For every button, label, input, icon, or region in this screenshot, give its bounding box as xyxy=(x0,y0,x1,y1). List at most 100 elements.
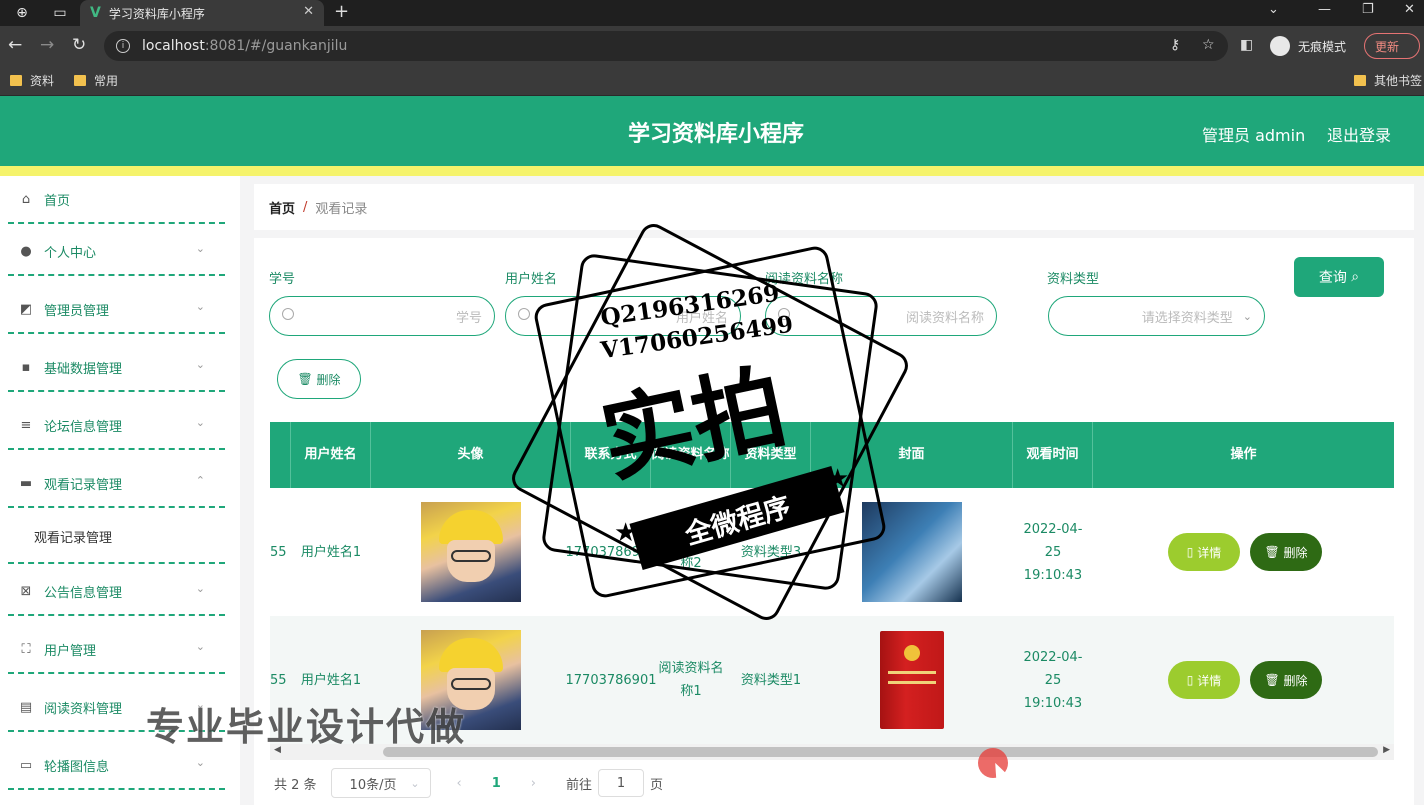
logout-link[interactable]: 退出登录 xyxy=(1327,122,1391,146)
frame-icon: ⛶ xyxy=(21,641,31,657)
bookmarks-bar: 资料 常用 其他书签 xyxy=(0,66,1424,96)
material-type-select[interactable]: 请选择资料类型 ⌄ xyxy=(1048,296,1265,336)
user-name-input[interactable]: 用户姓名 xyxy=(505,296,741,336)
cell-cover xyxy=(811,488,1013,616)
chevron-down-icon: ⌄ xyxy=(410,776,420,790)
back-icon[interactable]: ← xyxy=(8,35,22,55)
forward-icon[interactable]: → xyxy=(40,35,54,55)
bookmark-folder-other[interactable]: 其他书签 xyxy=(1354,72,1422,89)
sidebar-item-users[interactable]: ⛶ 用户管理 ⌄ xyxy=(8,626,225,674)
next-page-icon[interactable]: › xyxy=(531,776,536,791)
new-tab-icon[interactable]: + xyxy=(334,1,349,22)
filter-label-student-no: 学号 xyxy=(269,272,296,287)
trash-icon: 🗑 xyxy=(297,372,313,386)
detail-button[interactable]: ▯ 详情 xyxy=(1168,533,1240,571)
column-header-phone[interactable]: 联系方式 xyxy=(571,422,651,488)
pagination: 共 2 条 10条/页 ⌄ ‹ 1 › 前往 1 页 xyxy=(274,768,663,798)
batch-delete-button[interactable]: 🗑 删除 xyxy=(277,359,361,399)
incognito-indicator[interactable]: 无痕模式 xyxy=(1270,34,1346,58)
search-icon xyxy=(518,308,530,320)
column-header-avatar: 头像 xyxy=(371,422,571,488)
column-header-cover: 封面 xyxy=(811,422,1013,488)
detail-button[interactable]: ▯ 详情 xyxy=(1168,661,1240,699)
browser-tab-bar: ⊕ ▭ V 学习资料库小程序 ✕ + ⌄ — ❐ ✕ xyxy=(0,0,1424,26)
material-name-input[interactable]: 阅读资料名称 xyxy=(765,296,997,336)
sidepanel-icon[interactable]: ◧ xyxy=(1240,37,1253,53)
doc-icon: ▯ xyxy=(1186,673,1194,687)
sidebar-item-label: 管理员管理 xyxy=(44,303,110,319)
breadcrumb-home[interactable]: 首页 xyxy=(269,198,295,217)
column-header-material-type[interactable]: 资料类型 xyxy=(731,422,811,488)
chevron-down-icon: ⌄ xyxy=(1242,309,1252,323)
folder-icon xyxy=(1354,75,1366,86)
globe-icon[interactable]: ⊕ xyxy=(12,3,32,23)
delete-label: 删除 xyxy=(1283,545,1308,560)
scrollbar-thumb[interactable] xyxy=(383,747,1378,757)
chevron-down-icon: ⌄ xyxy=(195,358,205,371)
delete-button[interactable]: 🗑 删除 xyxy=(1250,533,1322,571)
sidebar-item-basic-data[interactable]: ▪ 基础数据管理 ⌄ xyxy=(8,344,225,392)
cover-image-keyboard[interactable] xyxy=(862,502,962,602)
delete-button[interactable]: 🗑 删除 xyxy=(1250,661,1322,699)
submenu-watch-records[interactable]: 观看记录管理 xyxy=(8,510,225,564)
student-no-input[interactable]: 学号 xyxy=(269,296,495,336)
goto-page-input[interactable]: 1 xyxy=(598,769,645,797)
key-icon[interactable]: ⚷ xyxy=(1170,37,1180,53)
browser-address-bar: ← → ↻ i localhost:8081/#/guankanjilu ⚷ ☆… xyxy=(0,26,1424,66)
chat-icon: ▪ xyxy=(21,359,31,375)
info-icon[interactable]: i xyxy=(116,39,130,53)
sidebar-item-label: 阅读资料管理 xyxy=(44,701,123,717)
input-placeholder: 学号 xyxy=(455,310,482,326)
sidebar-item-admins[interactable]: ◩ 管理员管理 ⌄ xyxy=(8,286,225,334)
sidebar-item-watch-records[interactable]: ▬ 观看记录管理 ⌃ xyxy=(8,460,225,508)
chevron-down-icon: ⌄ xyxy=(195,640,205,653)
page-size-value: 10条/页 xyxy=(349,777,397,793)
incognito-label: 无痕模式 xyxy=(1298,39,1347,54)
update-button[interactable]: 更新 xyxy=(1364,33,1420,59)
restore-icon[interactable]: ❐ xyxy=(1362,2,1374,17)
monitor-icon: ▭ xyxy=(19,757,33,773)
prev-page-icon[interactable]: ‹ xyxy=(457,776,462,791)
chevron-down-icon[interactable]: ⌄ xyxy=(1268,2,1279,17)
sidebar-item-personal[interactable]: ● 个人中心 ⌄ xyxy=(8,228,225,276)
cover-image-book[interactable] xyxy=(880,631,944,729)
bookmark-label: 常用 xyxy=(94,74,119,88)
cell-material-name: 阅读资料名称2 xyxy=(658,533,724,571)
chevron-up-icon: ⌃ xyxy=(195,474,205,487)
close-window-icon[interactable]: ✕ xyxy=(1404,2,1415,17)
bookmark-label: 资料 xyxy=(30,74,55,88)
cell-watch-time: 2022-04-25 19:10:43 xyxy=(1023,649,1083,711)
sidebar-item-home[interactable]: ⌂ 首页 xyxy=(8,176,225,224)
minimize-icon[interactable]: — xyxy=(1318,2,1331,17)
tab-strip-icon[interactable]: ▭ xyxy=(50,3,70,23)
url-input[interactable]: i localhost:8081/#/guankanjilu xyxy=(104,31,1228,61)
scroll-right-icon[interactable]: ▶ xyxy=(1383,745,1390,755)
star-icon[interactable]: ☆ xyxy=(1202,37,1215,53)
sidebar-item-label: 观看记录管理 xyxy=(44,477,123,493)
doc-icon: ▤ xyxy=(19,699,33,715)
bookmark-folder-changyong[interactable]: 常用 xyxy=(74,72,118,89)
query-label: 查询 xyxy=(1318,270,1347,286)
browser-tab-active[interactable]: V 学习资料库小程序 ✕ xyxy=(80,0,324,26)
reload-icon[interactable]: ↻ xyxy=(72,35,86,55)
column-header-material-name[interactable]: 阅读资料名称 xyxy=(651,422,731,488)
table-row[interactable]: 55 用户姓名1 17703786901 阅读资料名称2 资料类型3 2022-… xyxy=(270,488,1394,616)
select-column-header xyxy=(270,422,291,488)
bookmark-folder-ziliao[interactable]: 资料 xyxy=(10,72,54,89)
page-size-select[interactable]: 10条/页 ⌄ xyxy=(330,768,431,798)
query-button[interactable]: 查询 ⌕ xyxy=(1294,257,1384,297)
trash-icon: 🗑 xyxy=(1264,545,1280,559)
close-tab-icon[interactable]: ✕ xyxy=(303,4,314,19)
breadcrumb-separator: / xyxy=(303,199,308,215)
sidebar-item-forum[interactable]: ≡ 论坛信息管理 ⌄ xyxy=(8,402,225,450)
app-header: 学习资料库小程序 管理员 admin 退出登录 xyxy=(0,96,1424,166)
sidebar-item-notices[interactable]: ⊠ 公告信息管理 ⌄ xyxy=(8,568,225,616)
page-suffix: 页 xyxy=(650,777,664,793)
doc-x-icon: ⊠ xyxy=(20,583,32,599)
page-number-current[interactable]: 1 xyxy=(492,776,501,791)
column-header-user-name[interactable]: 用户姓名 xyxy=(291,422,371,488)
column-header-watch-time[interactable]: 观看时间 xyxy=(1013,422,1093,488)
cell-material-type: 资料类型1 xyxy=(740,672,802,688)
avatar[interactable] xyxy=(421,502,521,602)
cell-watch-time: 2022-04-25 19:10:43 xyxy=(1023,521,1083,583)
